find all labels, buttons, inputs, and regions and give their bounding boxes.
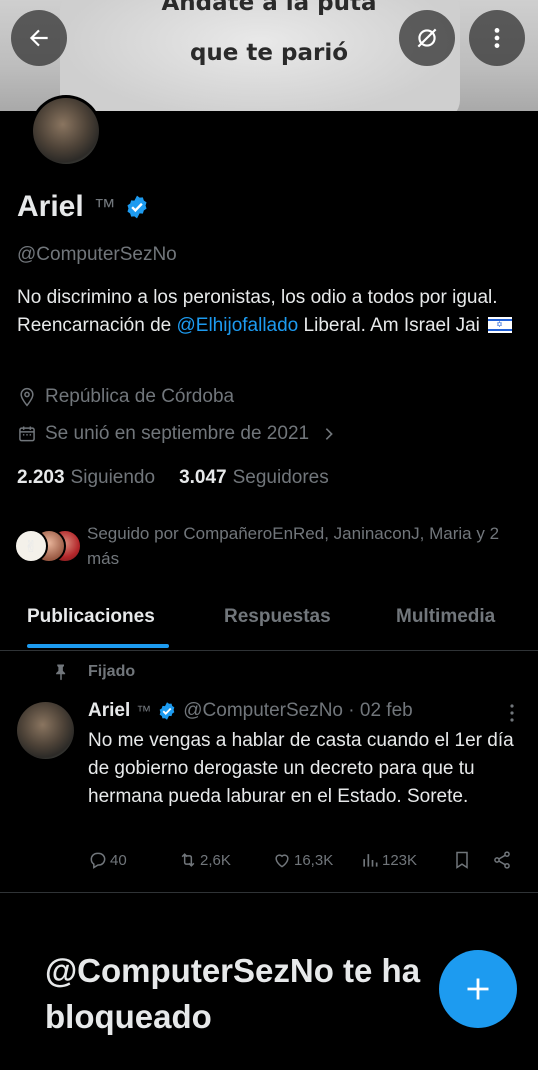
post-header: Ariel ™ @ComputerSezNo · 02 feb (88, 700, 413, 722)
profile-banner[interactable]: Andate a la puta que te parió (0, 0, 538, 111)
like-count: 16,3K (294, 851, 334, 869)
followed-by-avatars: ✌ (14, 529, 84, 563)
post-meta: @ComputerSezNo · 02 feb (183, 700, 413, 721)
active-tab-indicator (27, 644, 169, 648)
reply-count: 40 (110, 851, 127, 869)
israel-flag-icon: ✡ (488, 317, 513, 333)
profile-name-row: Ariel ™ (17, 190, 150, 224)
profile-bio: No discrimino a los peronistas, los odio… (17, 284, 522, 340)
share-icon (494, 851, 510, 869)
post-author-suffix: ™ (136, 702, 152, 720)
calendar-icon (19, 426, 35, 442)
following-count: 2.203 (17, 467, 65, 488)
profile-joined[interactable]: Se unió en septiembre de 2021 (17, 423, 345, 445)
tab-respuestas[interactable]: Respuestas (224, 606, 331, 628)
reply-button[interactable]: 40 (88, 850, 127, 870)
more-vertical-icon (494, 28, 500, 48)
compose-button[interactable] (439, 950, 517, 1028)
views-count: 123K (382, 851, 418, 869)
avatar (33, 98, 99, 164)
post-text: No me vengas a hablar de casta cuando el… (88, 730, 514, 807)
bio-mention-link[interactable]: @Elhijofallado (177, 315, 299, 336)
followed-by-text: Seguido por CompañeroEnRed, JaninaconJ, … (87, 524, 500, 568)
profile-avatar[interactable] (30, 95, 102, 167)
heart-icon (275, 854, 289, 868)
profile-name-suffix: ™ (93, 194, 116, 219)
chevron-right-icon (325, 428, 333, 440)
pin-icon (56, 664, 66, 681)
location-pin-icon (20, 387, 34, 407)
like-button[interactable]: 16,3K (272, 850, 333, 870)
followers-link[interactable]: 3.047 Seguidores (179, 467, 329, 489)
repost-count: 2,6K (200, 851, 231, 869)
pinned-text: Fijado (88, 663, 136, 680)
more-vertical-icon[interactable] (503, 702, 521, 724)
no-sync-icon (417, 28, 437, 48)
reply-icon (90, 852, 106, 869)
avatar: ✌ (14, 529, 48, 563)
followers-label: Seguidores (232, 467, 329, 488)
following-label: Siguiendo (70, 467, 156, 488)
post-avatar[interactable] (17, 702, 74, 759)
bookmark-button[interactable] (452, 850, 474, 870)
post-author-name[interactable]: Ariel (88, 700, 130, 722)
location-text: República de Córdoba (45, 386, 235, 407)
banner-text-line1: Andate a la puta (161, 0, 377, 16)
verified-badge-icon (159, 702, 175, 720)
arrow-left-icon (29, 29, 48, 47)
share-button[interactable] (492, 850, 514, 870)
repost-icon (181, 853, 195, 867)
views-icon (363, 854, 378, 867)
pinned-label: Fijado (52, 663, 135, 681)
followers-count: 3.047 (179, 467, 227, 488)
plus-icon (467, 978, 489, 1000)
bio-text-2: Liberal. Am Israel Jai (298, 315, 486, 336)
followed-by[interactable]: ✌ Seguido por CompañeroEnRed, JaninaconJ… (14, 521, 534, 573)
banner-text-line2: que te parió (189, 40, 349, 66)
repost-button[interactable]: 2,6K (178, 850, 231, 870)
follow-stats: 2.203 Siguiendo 3.047 Seguidores (17, 467, 353, 489)
back-button[interactable] (11, 10, 67, 66)
spaces-button[interactable] (399, 10, 455, 66)
bookmark-icon (456, 851, 468, 869)
profile-handle: @ComputerSezNo (17, 244, 177, 265)
views-button[interactable]: 123K (360, 850, 417, 870)
profile-name: Ariel (17, 190, 84, 223)
verified-badge-icon[interactable] (124, 194, 150, 220)
tab-multimedia[interactable]: Multimedia (396, 606, 495, 628)
more-options-button[interactable] (469, 10, 525, 66)
tab-publicaciones[interactable]: Publicaciones (27, 606, 155, 628)
divider (0, 892, 538, 893)
post-actions: 40 2,6K 16,3K 123K (88, 850, 518, 874)
joined-text: Se unió en septiembre de 2021 (45, 423, 310, 444)
profile-location: República de Córdoba (17, 386, 234, 408)
profile-tabs: Publicaciones Respuestas Multimedia (0, 594, 538, 651)
following-link[interactable]: 2.203 Siguiendo (17, 467, 155, 489)
